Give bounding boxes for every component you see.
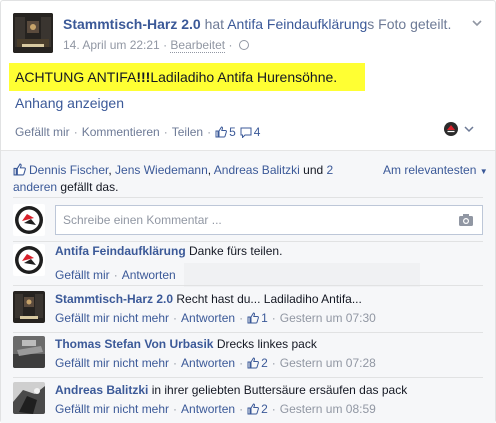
comments-section: Dennis Fischer, Jens Wiedemann, Andreas … xyxy=(1,151,495,423)
comment-like-count[interactable]: 2 xyxy=(261,356,268,370)
antifa-flag-icon xyxy=(13,204,45,236)
chevron-down-icon: ▼ xyxy=(479,167,488,176)
comment-like-count[interactable]: 1 xyxy=(261,311,268,325)
likes-divider xyxy=(13,197,483,198)
comment-text: Danke fürs teilen. xyxy=(189,244,283,258)
comment-avatar[interactable] xyxy=(13,244,45,276)
comment-unlike-button[interactable]: Gefällt mir nicht mehr xyxy=(55,402,169,416)
comment-item: Andreas Balitzki in ihrer geliebten Butt… xyxy=(13,382,483,422)
comment-meta: Gefällt mir nicht mehr · Antworten · 2 ·… xyxy=(55,356,376,370)
post-text-bold: !!! xyxy=(136,69,151,85)
comment-unlike-button[interactable]: Gefällt mir nicht mehr xyxy=(55,311,169,325)
comment-like-count[interactable]: 2 xyxy=(261,402,268,416)
comment-author-link[interactable]: Stammtisch-Harz 2.0 xyxy=(55,292,173,306)
comment-divider xyxy=(13,332,483,333)
page-avatar-image xyxy=(13,291,45,323)
post-header: Stammtisch-Harz 2.0 hat Antifa Feindaufk… xyxy=(13,13,483,57)
comment-timestamp[interactable]: Gestern um 08:59 xyxy=(280,402,376,416)
comment-item: Stammtisch-Harz 2.0 Recht hast du... Lad… xyxy=(13,291,483,331)
camera-icon[interactable] xyxy=(458,213,474,227)
post-text: ACHTUNG ANTIFA!!!Ladiladiho Antifa Huren… xyxy=(15,69,337,85)
thumbs-up-icon xyxy=(247,357,259,369)
own-avatar xyxy=(13,204,45,236)
thumbs-up-icon xyxy=(13,163,26,176)
post-author-line: Stammtisch-Harz 2.0 hat Antifa Feindaufk… xyxy=(63,16,451,32)
comment-input[interactable] xyxy=(56,206,436,234)
page-avatar[interactable] xyxy=(13,13,53,53)
shared-suffix: s Foto geteilt. xyxy=(367,16,452,32)
user-avatar-image xyxy=(13,382,45,414)
sort-label: Am relevantesten xyxy=(383,163,477,177)
likes-joiner: und xyxy=(303,163,324,177)
likes-suffix: gefällt das. xyxy=(60,180,119,194)
post-text-end: Ladiladiho Antifa Hurensöhne. xyxy=(150,69,338,85)
comment-reply-button[interactable]: Antworten xyxy=(181,356,235,370)
post-actions: Gefällt mir · Kommentieren · Teilen · 5 … xyxy=(15,125,261,139)
comment-item: Thomas Stefan Von Urbasik Drecks linkes … xyxy=(13,336,483,376)
comment-reply-button[interactable]: Antworten xyxy=(122,268,176,282)
page-switch-icon[interactable] xyxy=(441,121,481,137)
comment-text: in ihrer geliebten Buttersäure ersäufen … xyxy=(151,383,408,397)
page-avatar-image xyxy=(13,13,53,53)
comment-item: Antifa Feindaufklärung Danke fürs teilen… xyxy=(13,243,483,287)
likes-summary: Dennis Fischer, Jens Wiedemann, Andreas … xyxy=(13,163,334,194)
comment-body: Antifa Feindaufklärung Danke fürs teilen… xyxy=(55,243,483,259)
comment-divider xyxy=(13,377,483,378)
comment-unlike-button[interactable]: Gefällt mir nicht mehr xyxy=(55,356,169,370)
comment-avatar[interactable] xyxy=(13,382,45,414)
thumbs-up-icon xyxy=(247,312,259,324)
comment-author-link[interactable]: Antifa Feindaufklärung xyxy=(55,244,186,258)
comment-meta: Gefällt mir · Antworten xyxy=(55,263,420,287)
comment-divider xyxy=(13,285,483,286)
comment-meta: Gefällt mir nicht mehr · Antworten · 1 ·… xyxy=(55,311,376,325)
liker-link[interactable]: Dennis Fischer xyxy=(29,163,108,177)
shared-source-link[interactable]: Antifa Feindaufklärung xyxy=(227,16,367,32)
comment-timestamp[interactable]: Gestern um 07:28 xyxy=(280,356,376,370)
composer-divider xyxy=(13,241,483,242)
thumbs-up-icon xyxy=(215,126,228,138)
shared-verb: hat xyxy=(204,16,225,32)
comment-meta: Gefällt mir nicht mehr · Antworten · 2 ·… xyxy=(55,402,376,416)
antifa-flag-icon xyxy=(13,244,45,276)
post-text-start: ACHTUNG ANTIFA xyxy=(15,69,137,85)
user-avatar-image xyxy=(13,336,45,368)
liker-link[interactable]: Jens Wiedemann xyxy=(115,163,208,177)
comment-author-link[interactable]: Andreas Balitzki xyxy=(55,383,148,397)
comment-author-link[interactable]: Thomas Stefan Von Urbasik xyxy=(55,337,213,351)
comment-button[interactable]: Kommentieren xyxy=(82,125,160,139)
comment-reply-button[interactable]: Antworten xyxy=(181,402,235,416)
comment-timestamp[interactable]: Gestern um 07:30 xyxy=(280,311,376,325)
comment-like-button[interactable]: Gefällt mir xyxy=(55,268,110,282)
comment-composer xyxy=(55,205,483,235)
globe-icon xyxy=(238,40,249,50)
post-author-link[interactable]: Stammtisch-Harz 2.0 xyxy=(63,16,201,32)
thumbs-up-icon xyxy=(247,403,259,415)
comment-body: Thomas Stefan Von Urbasik Drecks linkes … xyxy=(55,336,483,352)
comment-text: Drecks linkes pack xyxy=(216,337,317,351)
comment-body: Stammtisch-Harz 2.0 Recht hast du... Lad… xyxy=(55,291,483,307)
comment-count[interactable]: 4 xyxy=(254,125,261,139)
comment-avatar[interactable] xyxy=(13,336,45,368)
share-button[interactable]: Teilen xyxy=(172,125,203,139)
comment-body: Andreas Balitzki in ihrer geliebten Butt… xyxy=(55,382,483,398)
comment-text: Recht hast du... Ladiladiho Antifa... xyxy=(176,292,362,306)
post-card: Stammtisch-Harz 2.0 hat Antifa Feindaufk… xyxy=(0,0,496,423)
edited-link[interactable]: Bearbeitet xyxy=(170,38,226,53)
redacted-area xyxy=(183,263,420,287)
show-attachment-link[interactable]: Anhang anzeigen xyxy=(15,95,124,111)
chevron-down-icon[interactable] xyxy=(471,17,483,29)
comment-avatar[interactable] xyxy=(13,291,45,323)
post-meta: 14. April um 22:21 · Bearbeitet · xyxy=(63,38,249,53)
sort-dropdown[interactable]: Am relevantesten ▼ xyxy=(383,163,488,177)
liker-link[interactable]: Andreas Balitzki xyxy=(214,163,300,177)
like-button[interactable]: Gefällt mir xyxy=(15,125,70,139)
comment-reply-button[interactable]: Antworten xyxy=(181,311,235,325)
like-count[interactable]: 5 xyxy=(229,125,236,139)
comment-bubble-icon xyxy=(240,127,252,138)
post-timestamp[interactable]: 14. April um 22:21 xyxy=(63,38,160,52)
